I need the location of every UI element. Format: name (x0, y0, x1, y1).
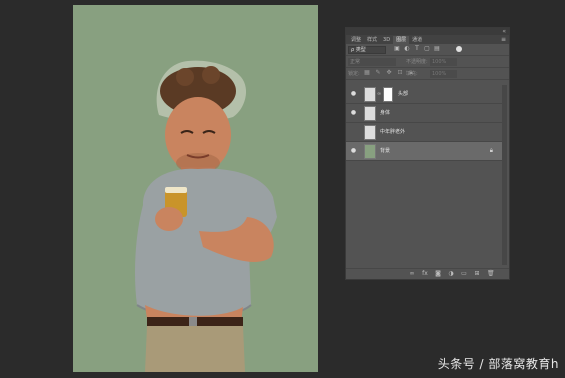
add-mask-icon[interactable]: ◙ (435, 271, 441, 277)
layer-row-original[interactable]: 中年胖老外 (346, 123, 502, 142)
lock-row: 锁定: ▦ ✎ ✥ ⊡ 🔒︎ 填充: 100% (346, 68, 509, 80)
layer-row-head[interactable]: ● ∞ 头部 (346, 85, 502, 104)
type-filter-icon[interactable]: T (414, 46, 420, 52)
lock-label: 锁定: (348, 71, 360, 77)
layer-name: 身体 (380, 110, 391, 116)
layer-mask-thumbnail[interactable] (383, 87, 393, 102)
layers-scrollbar[interactable] (502, 85, 507, 265)
tab-styles[interactable]: 样式 (364, 36, 380, 44)
smart-object-filter-icon[interactable]: ▤ (434, 46, 440, 52)
tab-layers[interactable]: 图层 (393, 36, 410, 44)
link-icon[interactable]: ∞ (377, 91, 381, 97)
opacity-label: 不透明度: (406, 59, 428, 65)
document-canvas[interactable] (73, 5, 318, 372)
lock-transparent-icon[interactable]: ▦ (364, 70, 370, 76)
panel-header: « (346, 28, 509, 35)
layer-name: 头部 (398, 91, 409, 97)
tab-channels[interactable]: 通道 (409, 36, 425, 44)
filter-toggle[interactable] (456, 46, 462, 52)
fill-label: 填充: (406, 71, 418, 77)
collapse-icon[interactable]: « (502, 28, 506, 35)
lock-artboard-icon[interactable]: ⊡ (397, 70, 403, 76)
filter-row: ρ 类型 ▣ ◐ T ▢ ▤ (346, 44, 509, 56)
adjustment-filter-icon[interactable]: ◐ (404, 46, 410, 52)
new-group-icon[interactable]: ▭ (461, 271, 467, 277)
canvas-photo (135, 60, 277, 372)
panel-tabs: 调整 样式 3D 图层 通道 ≡ (346, 35, 509, 44)
link-layers-icon[interactable]: ∞ (409, 271, 415, 277)
blend-mode-select[interactable]: 正常 (348, 58, 396, 66)
layer-thumbnail (364, 125, 376, 140)
layer-name: 背景 (380, 148, 391, 154)
layer-thumbnail (364, 144, 376, 159)
shape-filter-icon[interactable]: ▢ (424, 46, 430, 52)
tab-3d[interactable]: 3D (380, 36, 393, 44)
eye-icon[interactable]: ● (350, 91, 357, 97)
opacity-field[interactable]: 100% (430, 58, 457, 66)
blend-row: 正常 不透明度: 100% (346, 56, 509, 68)
layer-thumbnail (364, 106, 376, 121)
layers-panel: « 调整 样式 3D 图层 通道 ≡ ρ 类型 ▣ ◐ T ▢ ▤ 正常 不透明… (345, 27, 510, 280)
layer-row-background[interactable]: ● 背景 🔒︎ (346, 142, 502, 161)
panel-footer: ∞ fx ◙ ◑ ▭ ⊞ 🗑︎ (346, 268, 509, 279)
layer-filter-select[interactable]: ρ 类型 (348, 46, 386, 54)
panel-menu-icon[interactable]: ≡ (501, 36, 506, 43)
fx-icon[interactable]: fx (422, 271, 428, 277)
lock-position-icon[interactable]: ✥ (386, 70, 392, 76)
layer-list: ● ∞ 头部 ● 身体 中年胖老外 ● 背景 🔒︎ (346, 85, 502, 161)
adjustment-layer-icon[interactable]: ◑ (448, 271, 454, 277)
pixel-filter-icon[interactable]: ▣ (394, 46, 400, 52)
delete-layer-icon[interactable]: 🗑︎ (487, 271, 495, 277)
lock-icon: 🔒︎ (489, 147, 493, 154)
layer-thumbnail (364, 87, 376, 102)
eye-icon[interactable]: ● (350, 148, 357, 154)
watermark-text: 头条号 / 部落窝教育h (437, 357, 559, 371)
new-layer-icon[interactable]: ⊞ (474, 271, 480, 277)
layer-name: 中年胖老外 (380, 129, 406, 135)
lock-image-icon[interactable]: ✎ (375, 70, 381, 76)
layer-row-body[interactable]: ● 身体 (346, 104, 502, 123)
fill-field[interactable]: 100% (430, 70, 457, 78)
eye-hidden-icon[interactable] (350, 129, 357, 135)
eye-icon[interactable]: ● (350, 110, 357, 116)
tab-adjustments[interactable]: 调整 (348, 36, 364, 44)
